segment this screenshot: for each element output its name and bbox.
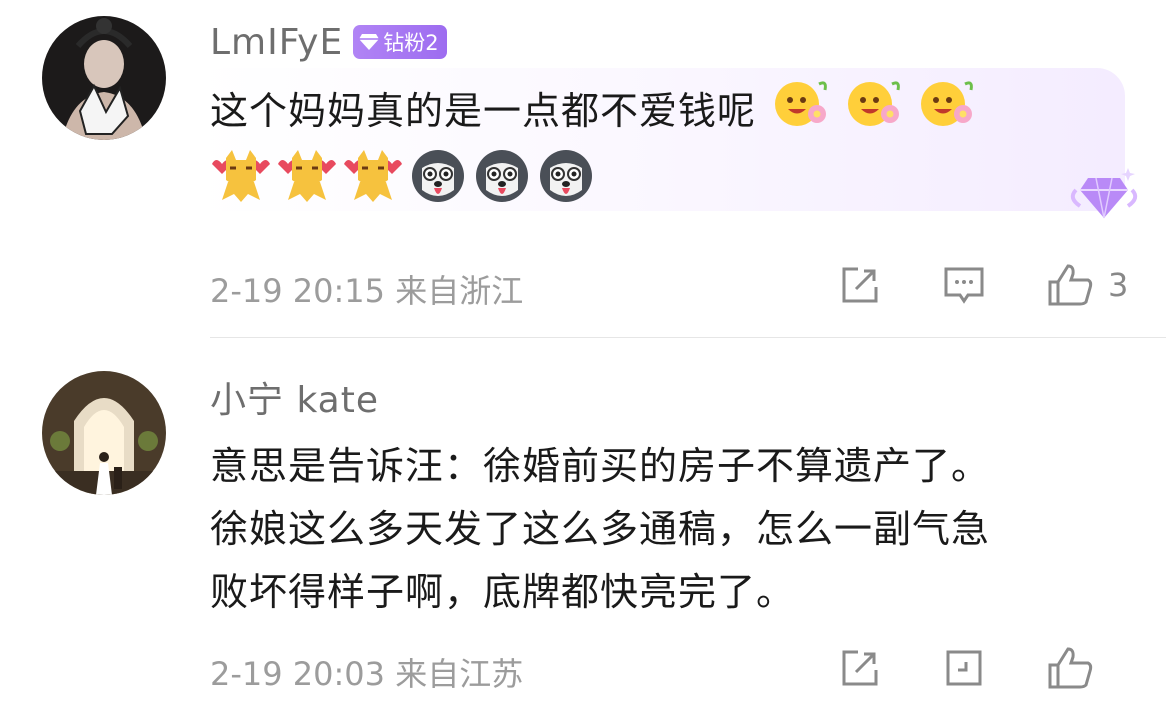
reply-button[interactable] [942,263,986,307]
husky-emoji [472,146,532,208]
comment-actions: 3 [838,262,1128,308]
thumbs-up-icon [1048,647,1093,689]
diamond-icon [359,34,380,50]
username[interactable]: LmIFyE [210,22,343,63]
avatar[interactable] [42,371,166,495]
like-button[interactable]: 3 [1046,262,1128,308]
flower-face-emoji [919,78,975,149]
share-icon [842,650,878,686]
comment-list: LmIFyE 钻粉2 这个妈妈真的是一点都不爱钱呢 2-19 20:15 来自浙… [0,0,1166,711]
comment-icon [946,650,982,686]
comment-line: 徐娘这么多天发了这么多通稿，怎么一副气急 [210,507,991,551]
username-row: LmIFyE 钻粉2 [210,18,447,66]
dog-heart-emoji [276,146,338,208]
comment-text: 这个妈妈真的是一点都不爱钱呢 [210,78,975,149]
comment-location: 来自浙江 [395,272,524,310]
emoji-row [210,146,596,208]
husky-emoji [536,146,596,208]
comment-actions [838,645,1108,691]
comment-meta: 2-19 20:15 来自浙江 [210,266,523,312]
like-button[interactable] [1046,645,1108,691]
comment-line: 意思是告诉汪：徐婚前买的房子不算遗产了。 [210,444,991,488]
share-button[interactable] [838,646,882,690]
reply-button[interactable] [942,646,986,690]
username-row: 小宁 kate [210,373,379,421]
flower-face-emoji [773,78,829,149]
divider [210,337,1166,338]
comment-date: 2-19 20:03 [210,655,386,693]
diamond-fan-icon [1066,164,1142,228]
like-count: 3 [1108,266,1129,304]
share-icon [842,267,878,303]
dog-heart-emoji [342,146,404,208]
share-button[interactable] [838,263,882,307]
comment-date: 2-19 20:15 [210,272,386,310]
flower-face-emoji [846,78,902,149]
comment-item: LmIFyE 钻粉2 这个妈妈真的是一点都不爱钱呢 2-19 20:15 来自浙… [0,0,1166,338]
comment-location: 来自江苏 [395,655,524,693]
comment-body: 这个妈妈真的是一点都不爱钱呢 [210,89,757,133]
dog-heart-emoji [210,146,272,208]
husky-emoji [408,146,468,208]
comment-text: 意思是告诉汪：徐婚前买的房子不算遗产了。 徐娘这么多天发了这么多通稿，怎么一副气… [210,435,1130,624]
username[interactable]: 小宁 kate [210,371,379,423]
comment-meta: 2-19 20:03 来自江苏 [210,649,523,695]
thumbs-up-icon [1048,264,1093,306]
fan-level-badge[interactable]: 钻粉2 [353,25,447,59]
comment-line: 败坏得样子啊，底牌都快亮完了。 [210,570,796,614]
badge-label: 钻粉2 [383,31,439,55]
avatar[interactable] [42,16,166,140]
comment-icon [944,267,984,304]
comment-item: 小宁 kate 意思是告诉汪：徐婚前买的房子不算遗产了。 徐娘这么多天发了这么多… [0,339,1166,711]
